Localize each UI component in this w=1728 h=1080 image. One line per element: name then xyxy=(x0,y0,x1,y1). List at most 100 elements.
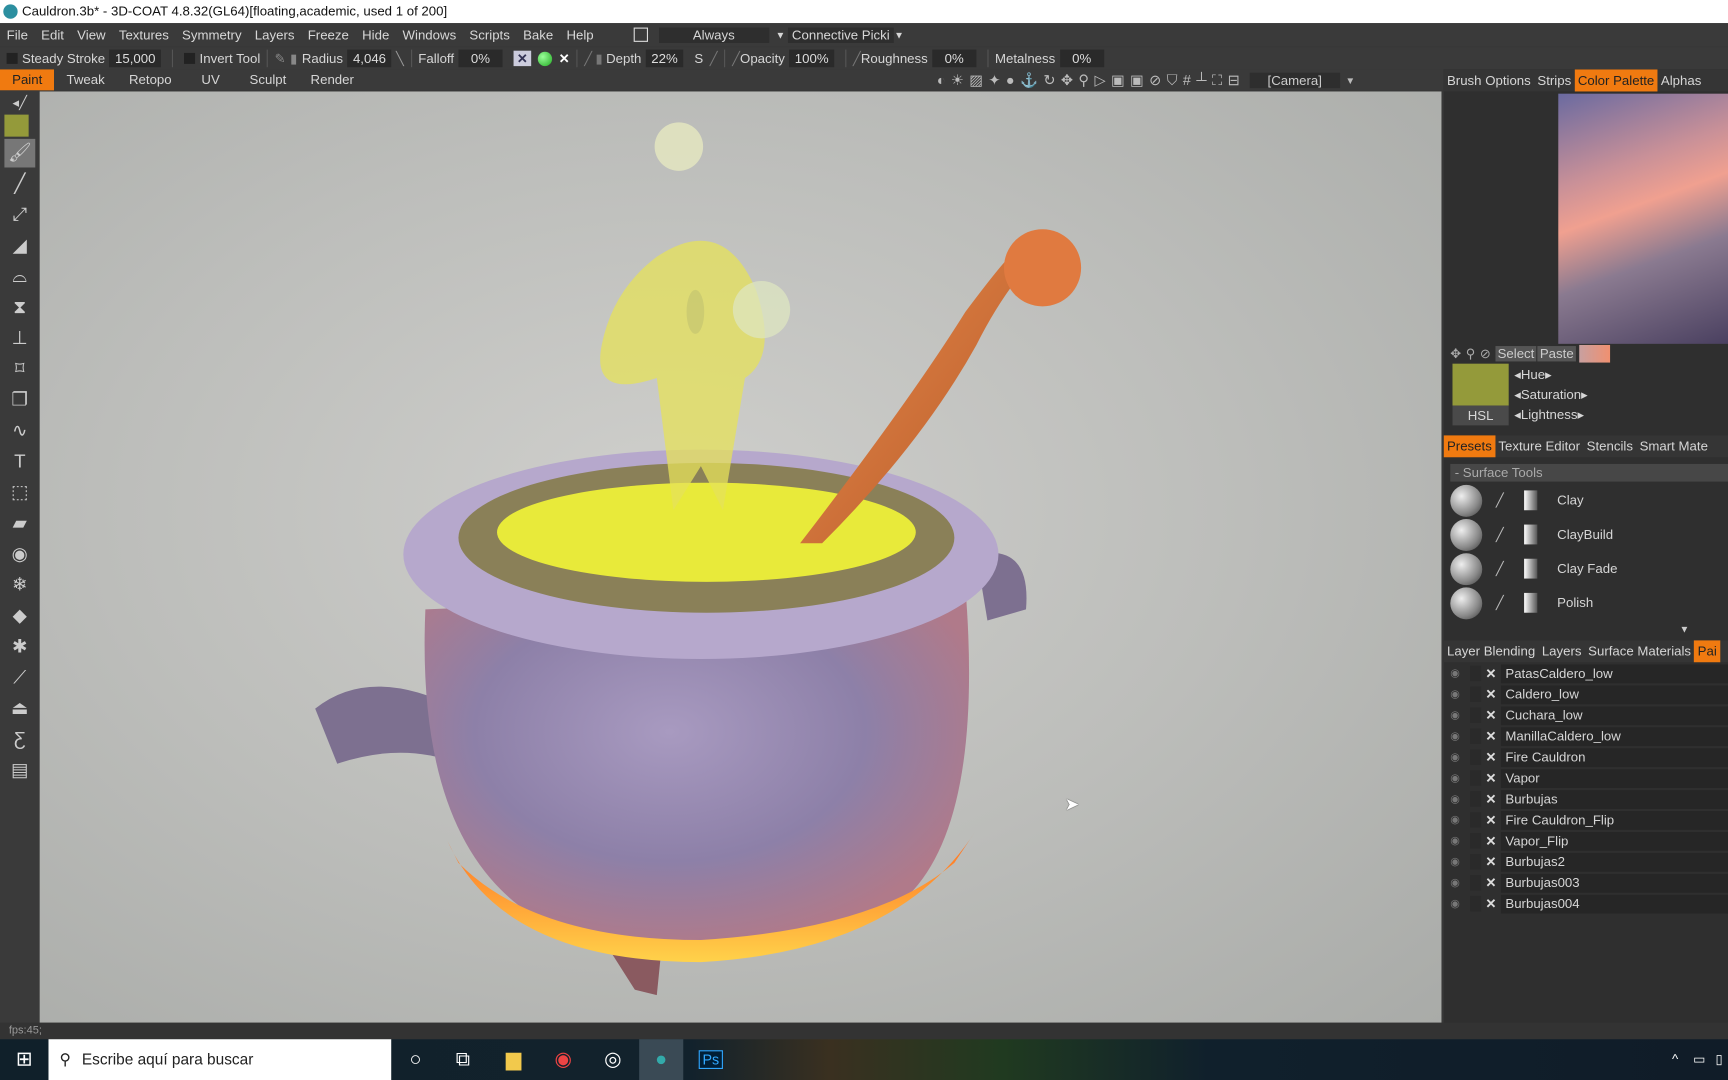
lock-icon[interactable]: ▮ xyxy=(595,51,602,66)
current-color-swatch[interactable] xyxy=(1452,363,1509,406)
axis-icon[interactable]: ┴ xyxy=(1196,72,1206,89)
preset-item[interactable]: ╱ ClayBuild xyxy=(1450,518,1728,551)
grid-icon[interactable]: # xyxy=(1183,72,1191,89)
windows-start-icon[interactable]: ⊞ xyxy=(2,1039,46,1080)
tab-uv[interactable]: UV xyxy=(184,69,238,90)
butterfly-icon[interactable]: Ƹ xyxy=(4,725,35,754)
forbid-icon[interactable]: ⊘ xyxy=(1149,71,1161,89)
move-icon[interactable]: ✥ xyxy=(1450,346,1461,361)
fullscreen-icon[interactable]: ⛶ xyxy=(1212,71,1222,89)
preset-item[interactable]: ╱ Clay xyxy=(1450,484,1728,517)
fill-icon[interactable]: ◢ xyxy=(4,231,35,260)
lock-toggle[interactable] xyxy=(1470,812,1482,828)
curve-icon[interactable]: ∿ xyxy=(4,417,35,446)
forbid-icon[interactable]: ⊘ xyxy=(1480,346,1491,361)
pen-icon[interactable]: ╱ xyxy=(710,51,718,66)
lock-toggle[interactable] xyxy=(1470,749,1482,765)
metalness-label[interactable]: Metalness xyxy=(995,51,1055,66)
lock-toggle[interactable] xyxy=(1470,833,1482,849)
layer-row[interactable]: ◉ ✕ Fire Cauldron_Flip xyxy=(1450,810,1728,830)
zoom-icon[interactable]: ⚲ xyxy=(1078,71,1089,89)
layer-row[interactable]: ◉ ✕ Vapor_Flip xyxy=(1450,831,1728,851)
transform-icon[interactable]: ⌑ xyxy=(4,355,35,384)
chevron-down-icon[interactable]: ▼ xyxy=(1345,74,1355,85)
layer-row[interactable]: ◉ ✕ Burbujas004 xyxy=(1450,894,1728,914)
roughness-label[interactable]: Roughness xyxy=(861,51,928,66)
blur-icon[interactable]: ⧗ xyxy=(4,293,35,322)
tab-retopo[interactable]: Retopo xyxy=(117,69,184,90)
tab-presets[interactable]: Presets xyxy=(1443,435,1496,458)
always-checkbox[interactable] xyxy=(633,27,648,42)
lock-toggle[interactable] xyxy=(1470,686,1482,702)
layer-row[interactable]: ◉ ✕ Burbujas003 xyxy=(1450,873,1728,893)
lightness-slider[interactable]: ◂Lightness▸ xyxy=(1514,407,1584,422)
frame-icon[interactable]: ⬚ xyxy=(4,478,35,507)
close-icon[interactable]: ✕ xyxy=(1486,833,1499,848)
menu-edit[interactable]: Edit xyxy=(35,27,71,42)
pen-pressure-icon[interactable]: ✎ xyxy=(275,51,286,66)
layer-row[interactable]: ◉ ✕ ManillaCaldero_low xyxy=(1450,726,1728,746)
depth-value[interactable]: 22% xyxy=(645,49,684,68)
light-icon[interactable]: ☀ xyxy=(951,71,964,89)
airbrush-icon[interactable]: ⤢ xyxy=(4,201,35,230)
tab-brush-options[interactable]: Brush Options xyxy=(1444,69,1534,91)
pencil-icon[interactable]: ╱ xyxy=(4,170,35,199)
image-icon[interactable]: ▨ xyxy=(969,71,983,89)
anchor-icon[interactable]: ⚓ xyxy=(1020,71,1038,89)
contrast-icon[interactable]: ◐ xyxy=(937,72,946,89)
hue-slider[interactable]: ◂Hue▸ xyxy=(1514,367,1552,382)
battery-icon[interactable]: ▭ xyxy=(1688,1039,1710,1080)
menu-file[interactable]: File xyxy=(0,27,35,42)
gradient-icon[interactable]: ◆ xyxy=(4,602,35,631)
eye-icon[interactable]: ◉ xyxy=(1450,667,1465,679)
steady-stroke-value[interactable]: 15,000 xyxy=(109,49,161,68)
eye-icon[interactable]: ◉ xyxy=(1450,751,1465,763)
knife-icon[interactable]: ⟋ xyxy=(4,663,35,692)
close-icon[interactable]: ✕ xyxy=(1486,896,1499,911)
obs-icon[interactable]: ◎ xyxy=(591,1039,635,1080)
layer-row[interactable]: ◉ ✕ PatasCaldero_low xyxy=(1450,663,1728,683)
zoom-icon[interactable]: ⚲ xyxy=(1466,346,1476,361)
menu-bake[interactable]: Bake xyxy=(516,27,559,42)
tab-render[interactable]: Render xyxy=(298,69,366,90)
menu-help[interactable]: Help xyxy=(560,27,600,42)
x-mirror-icon[interactable]: ✕ xyxy=(513,50,532,67)
roughness-value[interactable]: 0% xyxy=(932,49,977,68)
paint-brush-icon[interactable]: 🖌 xyxy=(4,138,36,168)
menu-symmetry[interactable]: Symmetry xyxy=(175,27,248,42)
paste-button[interactable]: Paste xyxy=(1537,346,1576,362)
tab-sculpt[interactable]: Sculpt xyxy=(237,69,298,90)
tab-stencils[interactable]: Stencils xyxy=(1583,435,1636,457)
saturation-slider[interactable]: ◂Saturation▸ xyxy=(1514,387,1588,402)
camera-dropdown[interactable]: [Camera] xyxy=(1249,72,1340,88)
close-icon[interactable]: ✕ xyxy=(1486,708,1499,723)
lock-toggle[interactable] xyxy=(1470,707,1482,723)
layer-row[interactable]: ◉ ✕ Burbujas2 xyxy=(1450,852,1728,872)
preset-item[interactable]: ╱ Clay Fade xyxy=(1450,552,1728,585)
menu-hide[interactable]: Hide xyxy=(355,27,395,42)
lock-toggle[interactable] xyxy=(1470,895,1482,912)
text-icon[interactable]: T xyxy=(4,447,35,476)
tab-paint[interactable]: Paint xyxy=(0,69,55,91)
tab-smart-materials[interactable]: Smart Mate xyxy=(1636,435,1711,457)
eye-icon[interactable]: ◉ xyxy=(4,540,35,569)
invert-tool-checkbox[interactable] xyxy=(184,52,196,64)
freeze-icon[interactable]: ❄ xyxy=(4,571,35,600)
taskbar-search[interactable]: ⚲ Escribe aquí para buscar xyxy=(48,1039,392,1080)
pen-icon[interactable]: ╱ xyxy=(732,51,740,66)
lock-toggle[interactable] xyxy=(1470,854,1482,870)
eye-icon[interactable]: ◉ xyxy=(1450,877,1465,889)
tab-tweak[interactable]: Tweak xyxy=(54,69,116,90)
select-button[interactable]: Select xyxy=(1495,346,1537,362)
close-icon[interactable]: ✕ xyxy=(1486,770,1499,785)
menu-windows[interactable]: Windows xyxy=(396,27,463,42)
green-ball-icon[interactable] xyxy=(537,51,553,66)
3dcoat-icon[interactable]: ● xyxy=(639,1039,684,1080)
tab-layers[interactable]: Layers xyxy=(1539,640,1585,662)
metalness-value[interactable]: 0% xyxy=(1059,49,1104,68)
menu-view[interactable]: View xyxy=(71,27,113,42)
pen-icon[interactable]: ╲ xyxy=(396,51,404,66)
lock-toggle[interactable] xyxy=(1470,791,1482,807)
move-icon[interactable]: ✥ xyxy=(1061,71,1073,89)
chevron-down-icon[interactable]: ▼ xyxy=(894,29,904,40)
